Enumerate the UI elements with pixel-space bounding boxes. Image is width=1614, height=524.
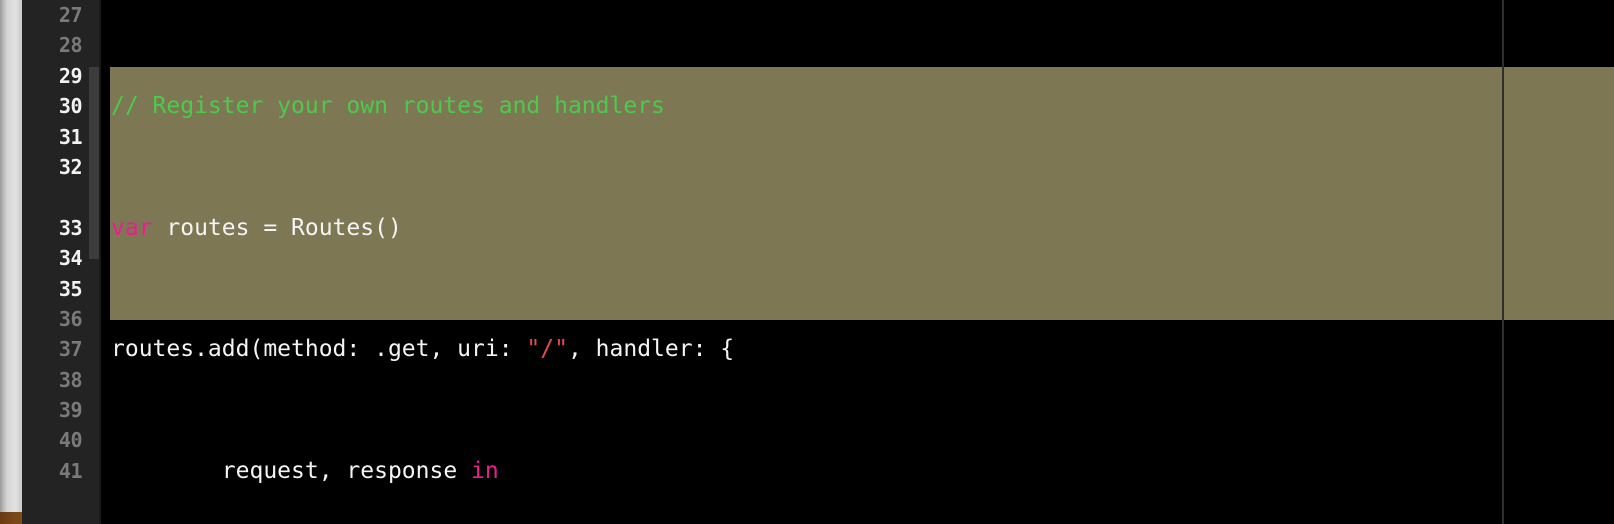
code-line-29[interactable]: routes.add(method: .get, uri: "/", handl… <box>101 334 1614 364</box>
code-token: routes = Routes() <box>152 214 402 241</box>
code-text-area[interactable]: // Register your own routes and handlers… <box>101 0 1614 524</box>
code-line-30[interactable]: request, response in <box>101 456 1614 486</box>
comment-token: // Register your own routes and handlers <box>111 93 665 120</box>
line-number[interactable]: 36 <box>22 304 83 334</box>
line-number-gutter[interactable]: 27 28 29 30 31 32 33 34 35 36 37 38 39 4… <box>22 0 90 524</box>
line-number[interactable]: 34 <box>22 243 83 273</box>
line-number[interactable]: 40 <box>22 425 83 455</box>
code-line-27[interactable]: // Register your own routes and handlers <box>101 91 1614 121</box>
string-token: "/" <box>526 336 568 363</box>
line-number[interactable]: 37 <box>22 334 83 364</box>
code-token: request, response <box>111 458 472 485</box>
code-line-28[interactable]: var routes = Routes() <box>101 213 1614 243</box>
line-number[interactable]: 29 <box>22 61 83 91</box>
code-editor[interactable]: 27 28 29 30 31 32 33 34 35 36 37 38 39 4… <box>0 0 1614 524</box>
line-number[interactable]: 38 <box>22 365 83 395</box>
line-number[interactable]: 27 <box>22 0 83 30</box>
window-left-edge <box>0 0 22 524</box>
line-number[interactable]: 33 <box>22 213 83 243</box>
line-number[interactable]: 41 <box>22 456 83 486</box>
line-number[interactable]: 32 <box>22 152 83 182</box>
code-lines[interactable]: // Register your own routes and handlers… <box>101 0 1614 524</box>
line-number[interactable]: 39 <box>22 395 83 425</box>
code-fold-rail[interactable] <box>89 67 99 259</box>
line-number-wrap-spacer <box>22 182 82 212</box>
code-token: routes.add(method: .get, uri: <box>111 336 527 363</box>
line-number[interactable]: 35 <box>22 274 83 304</box>
keyword-token: in <box>471 458 499 485</box>
line-number[interactable]: 28 <box>22 30 83 60</box>
line-number[interactable]: 30 <box>22 91 83 121</box>
code-token: , handler: { <box>567 336 735 363</box>
line-number[interactable]: 31 <box>22 122 83 152</box>
keyword-token: var <box>111 214 153 241</box>
